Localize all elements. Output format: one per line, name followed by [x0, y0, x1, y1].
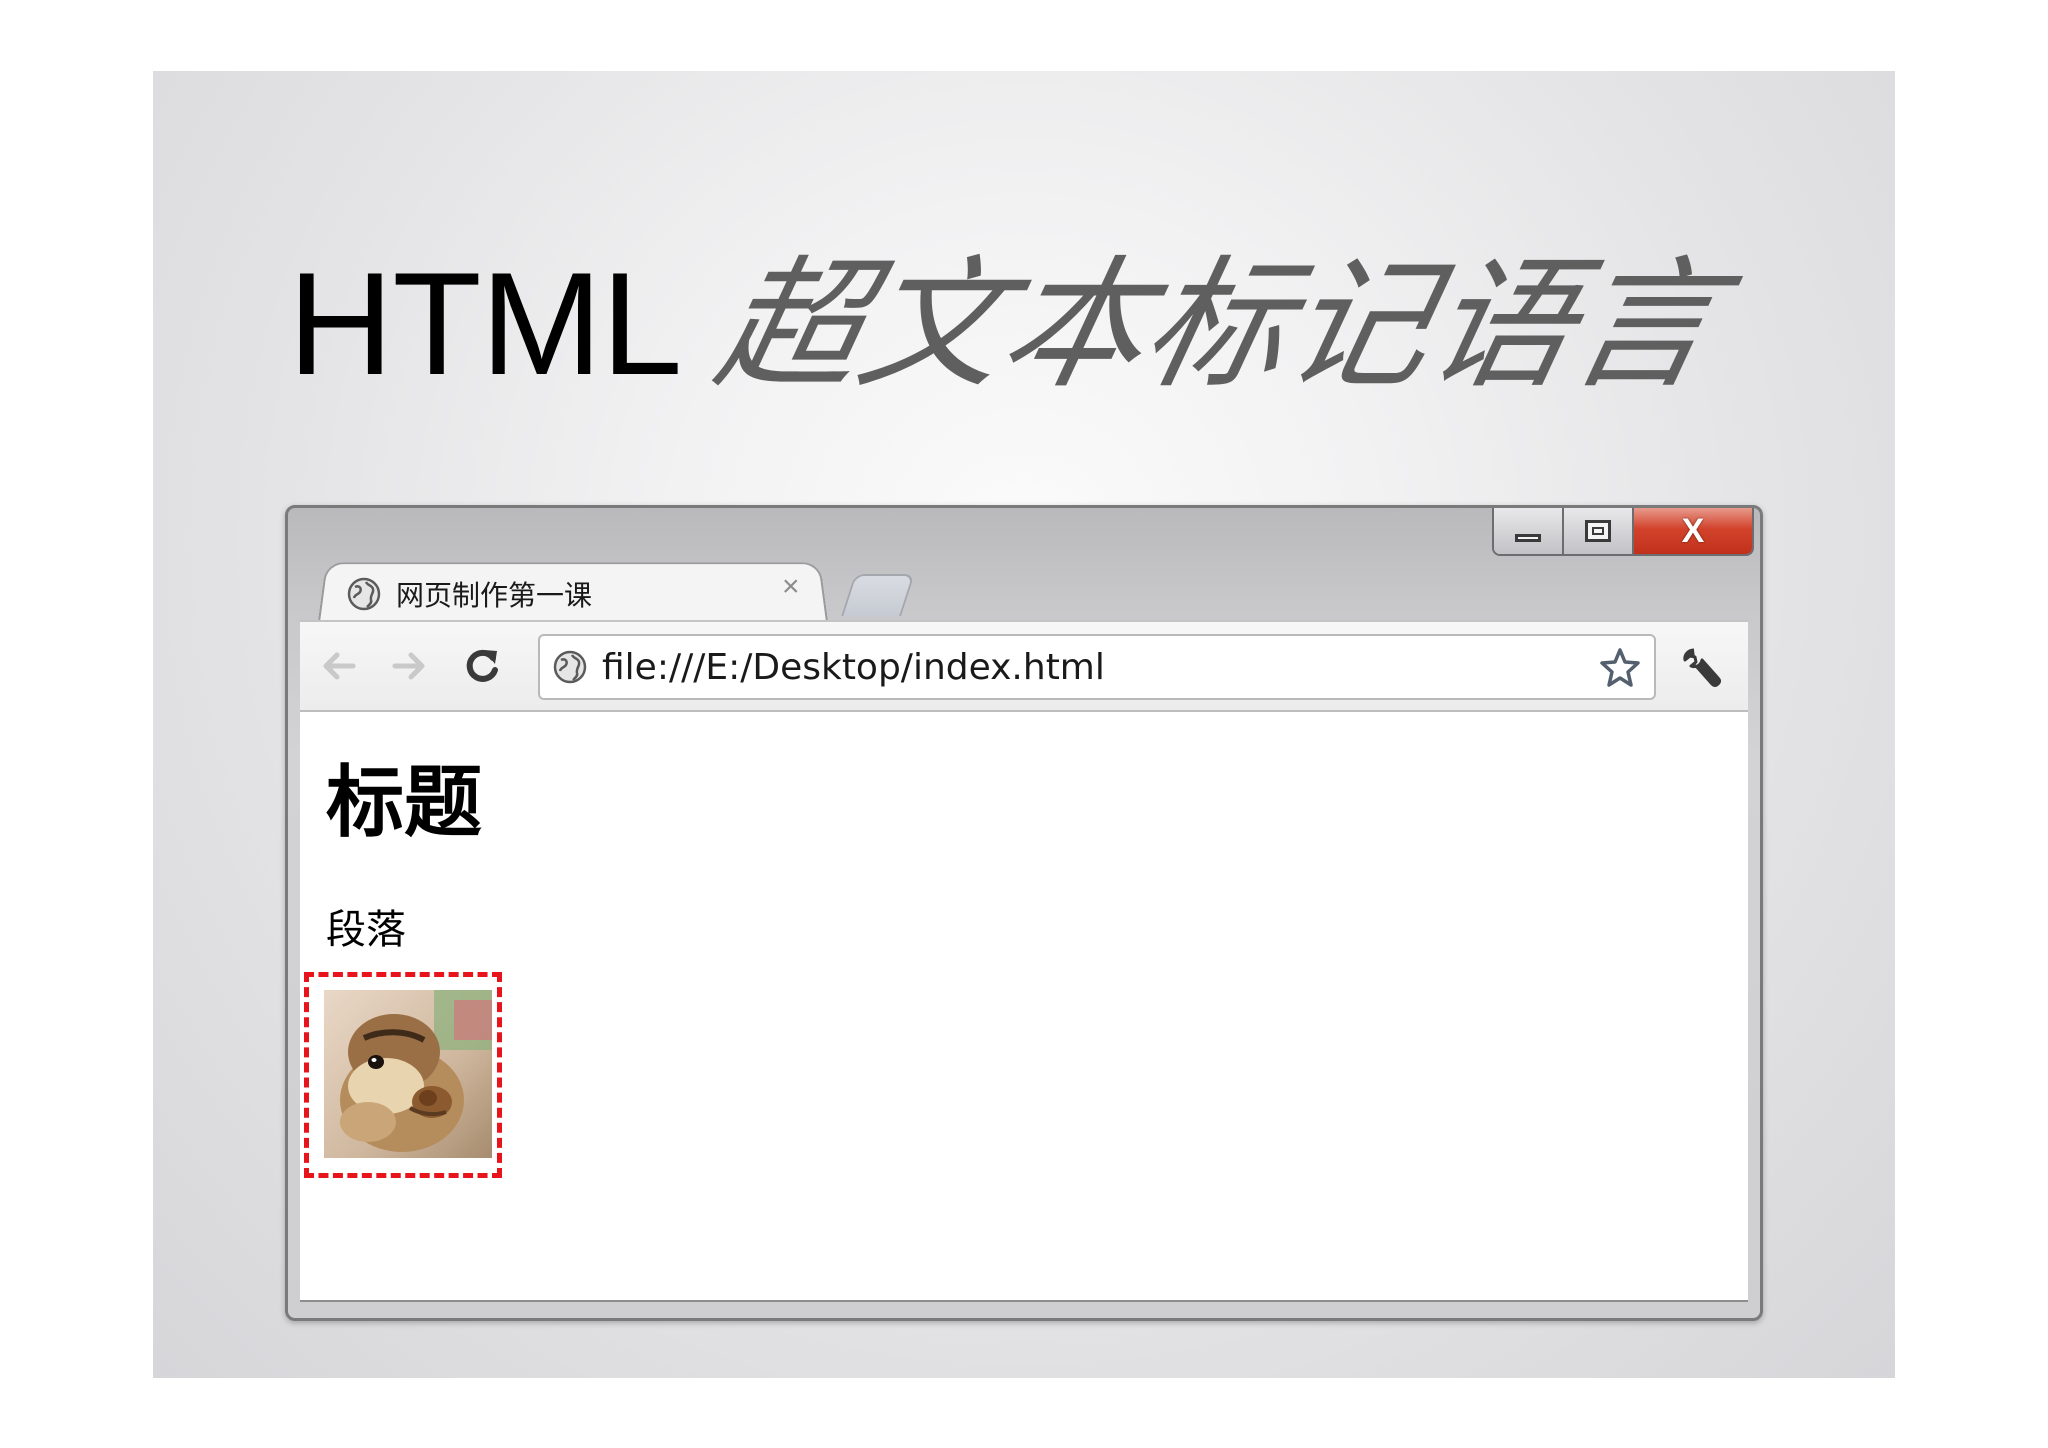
url-input[interactable]: [602, 646, 1562, 688]
browser-toolbar: [300, 620, 1748, 712]
reload-button[interactable]: [458, 642, 506, 690]
globe-icon: [553, 650, 587, 684]
wrench-icon[interactable]: [1680, 644, 1726, 690]
minimize-button[interactable]: [1494, 508, 1564, 554]
slide-title-html: HTML: [288, 242, 682, 405]
page-paragraph: 段落: [326, 907, 406, 953]
maximize-icon: [1585, 520, 1611, 542]
maximize-button[interactable]: [1564, 508, 1634, 554]
minimize-icon: [1515, 534, 1541, 542]
new-tab-button[interactable]: [841, 574, 915, 616]
presentation-slide: HTML 超文本标记语言 X 网页制作第一课 × file:///E:/Desk…: [153, 71, 1895, 1378]
close-window-button[interactable]: X: [1634, 508, 1752, 554]
browser-window: X 网页制作第一课 × file:///E:/Desktop/index.htm…: [285, 505, 1763, 1321]
slide-title-chinese: 超文本标记语言: [704, 243, 1734, 408]
forward-button[interactable]: [386, 642, 434, 690]
window-controls: X: [1492, 508, 1754, 556]
tab-title: 网页制作第一课: [396, 579, 593, 612]
star-icon[interactable]: [1598, 646, 1642, 690]
reload-icon: [466, 649, 498, 682]
chipmunk-image: [324, 990, 492, 1158]
address-bar[interactable]: [538, 634, 1656, 700]
slide-title: HTML 超文本标记语言: [288, 243, 1733, 408]
close-icon: X: [1681, 512, 1705, 550]
back-button[interactable]: [314, 642, 362, 690]
forward-arrow-icon: [392, 652, 425, 680]
tab-close-icon[interactable]: ×: [782, 572, 800, 602]
tab-content[interactable]: 网页制作第一课: [346, 570, 826, 618]
back-arrow-icon: [323, 652, 356, 680]
page-heading: 标题: [326, 757, 483, 848]
page: HTML 超文本标记语言 X 网页制作第一课 × file:///E:/Desk…: [0, 0, 2048, 1448]
globe-icon: [347, 577, 381, 611]
page-content: 标题 段落: [300, 712, 1748, 1302]
